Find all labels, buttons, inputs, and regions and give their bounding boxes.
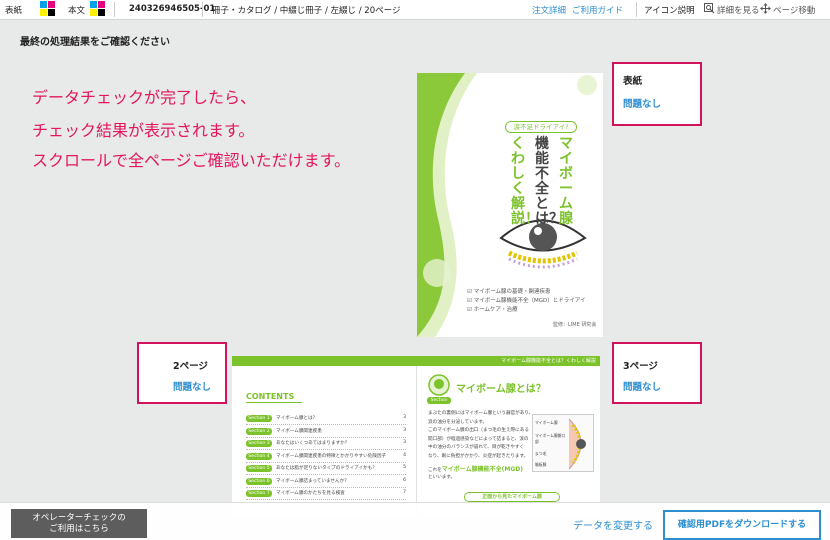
section-page: 5 [403,465,406,470]
cover-bullet: ☑ マイボーム腺の基礎・関連疾患 [467,289,551,295]
icon-help-link[interactable]: アイコン説明 [644,4,695,16]
section-title: マイボーム腺とは？ [456,384,546,395]
section-page: 4 [403,452,406,458]
move-arrows-icon[interactable] [760,3,771,14]
section-tag: Section 3 [246,440,272,447]
cover-color-icon [40,1,56,17]
result-status: 問題なし [623,99,662,110]
body-color-icon [90,1,106,17]
download-pdf-button[interactable]: 確認用PDFをダウンロードする [663,510,821,540]
footer-bar: オペレーターチェックの ご利用はこちら データを変更する 確認用PDFをダウンロ… [0,502,830,540]
contents-list: Section 1 マイボーム腺とは？ 3 Section 2 マイボーム腺関連疾患 3 S… [246,414,406,502]
cover-title-col: くわしく解説！ [511,136,539,227]
diagram-label: まつ毛 [535,451,547,456]
guide-link[interactable]: ご利用ガイド [572,4,623,16]
cover-bullet-list: ☑ マイボーム腺の基礎・関連疾患 ☑ マイボーム腺機能不全（MGD）とドライアイ… [467,288,586,315]
diagram-label: マイボーム腺 [535,420,558,425]
paragraph-line: なり、眼に負担がかかり、炎症が起きたります。 [428,453,529,459]
mgd-term: マイボーム腺機能不全(MGD) [441,466,523,473]
contents-row: Section 2 マイボーム腺関連疾患 3 [246,427,406,438]
paragraph-line: このマイボーム腺の出口（まつ毛の生え際にある [428,428,529,433]
eyelid-diagram: マイボーム腺 マイボーム腺開口部 まつ毛 瞼板腺 [532,414,594,472]
section-text: あなたは脂が足りないタイプのドライアイかも？ [276,466,377,471]
contents-row: Section 4 マイボーム腺関連疾患の特徴とかかりやすい危険因子 4 [246,452,406,463]
operator-check-button[interactable]: オペレーターチェックの ご利用はこちら [11,509,147,538]
section-tag: Section 6 [246,477,272,485]
page-gutter [416,366,417,516]
section-page: 6 [403,477,406,483]
spread-header-strip: マイボーム腺機能不全とは？くわしく解説 [232,356,600,366]
cover-supervisor: 監修：LIME 研究会 [553,322,597,328]
page-title: 最終の処理結果をご確認ください [20,37,170,48]
contents-row: Section 1 マイボーム腺とは？ 3 [246,414,406,425]
section-text: マイボーム腺関連疾患の特徴とかかりやすい危険因子 [276,453,387,459]
cover-label: 表紙 [5,6,23,16]
section-tag: Section 4 [246,452,272,460]
section-page: 7 [403,490,406,495]
section-page: 3 [403,415,406,420]
contents-title: CONTENTS [246,392,295,401]
spread-page-preview: マイボーム腺機能不全とは？くわしく解説 CONTENTS Section 1 マイ… [232,356,600,516]
section-text: あなたはいくつあてはまりますか？ [276,441,350,446]
cover-bullet: ☑ マイボーム腺機能不全（MGD）とドライアイ [467,298,586,304]
section-tag: Section 1 [246,415,272,422]
magnifier-icon[interactable] [704,3,715,14]
section-text: マイボーム腺詰まっていませんか？ [276,478,349,484]
page2-result-box: 2ページ 問題なし [137,342,227,404]
divider [246,402,302,403]
result-status: 問題なし [623,382,662,393]
section-tag: Section 2 [246,427,272,435]
section-tag: Section 5 [246,465,272,472]
view-detail-link[interactable]: 詳細を見る [717,4,760,16]
paragraph-line: 涙の油分を分泌しています。 [428,419,488,425]
subhead-pill: 正面から見たマイボーム腺 [464,492,560,502]
cover-bullet: ☑ ホームケア・治療 [467,307,518,313]
paragraph-line: 開口部）が経過感染などによって詰まると、涙の [428,436,529,442]
contents-row: Section 7 マイボーム腺のかたちを見る検査 7 [246,489,406,500]
contents-row: Section 6 マイボーム腺詰まっていませんか？ 6 [246,477,406,488]
result-title: 2ページ [173,361,208,372]
paragraph-line: 中の油分のバランスが崩れて、目が乾きやすく [428,445,525,450]
diagram-label: マイボーム腺開口部 [535,433,566,444]
section-page: 3 [403,440,406,445]
cover-badge: 涙不足ドライアイ? [505,121,577,133]
result-title: 表紙 [623,76,643,87]
contents-row: Section 3 あなたはいくつあてはまりますか？ 3 [246,439,406,450]
info-message-line: スクロールで全ページご確認いただけます。 [32,151,351,170]
section-text: マイボーム腺のかたちを見る検査 [276,491,345,496]
paragraph-line: まぶたの裏側にはマイボーム腺という器官があり、 [428,411,534,416]
cover-result-box: 表紙 問題なし [612,62,702,126]
header-bar: 表紙 本文 240326946505-01 冊子・カタログ / 中綴じ冊子 / … [0,0,830,20]
section-tag: Section 7 [246,490,272,497]
section-text: マイボーム腺関連疾患 [276,428,322,434]
section-paragraph: まぶたの裏側にはマイボーム腺という器官があり、 涙の油分を分泌しています。このマイ… [428,410,534,461]
page3-result-box: 3ページ 問題なし [612,342,702,404]
section-page: 3 [403,427,406,433]
section-text: マイボーム腺とは？ [276,416,318,421]
mgd-suffix: といいます。 [428,475,456,480]
page-move-link[interactable]: ページ移動 [773,4,815,16]
product-spec: 冊子・カタログ / 中綴じ冊子 / 左綴じ / 20ページ [212,6,401,16]
divider [636,2,637,17]
result-title: 3ページ [623,361,658,372]
section-circle-icon [428,374,450,396]
change-data-link[interactable]: データを変更する [573,517,653,532]
section-badge: Section [427,397,451,404]
cover-page-preview: 涙不足ドライアイ? マイボーム腺 機能不全とは？ くわしく解説！ ☑ マイボーム… [417,73,603,337]
mgd-line: これをマイボーム腺機能不全(MGD) [428,466,523,473]
info-message-line: チェック結果が表示されます。 [32,121,255,140]
diagram-label: 瞼板腺 [535,462,547,467]
result-status: 問題なし [173,382,212,393]
order-detail-link[interactable]: 注文詳細 [532,4,566,16]
info-message-line: データチェックが完了したら、 [32,88,257,107]
body-label: 本文 [68,6,86,16]
divider [114,2,115,17]
contents-row: Section 5 あなたは脂が足りないタイプのドライアイかも？ 5 [246,464,406,475]
divider [202,2,203,17]
